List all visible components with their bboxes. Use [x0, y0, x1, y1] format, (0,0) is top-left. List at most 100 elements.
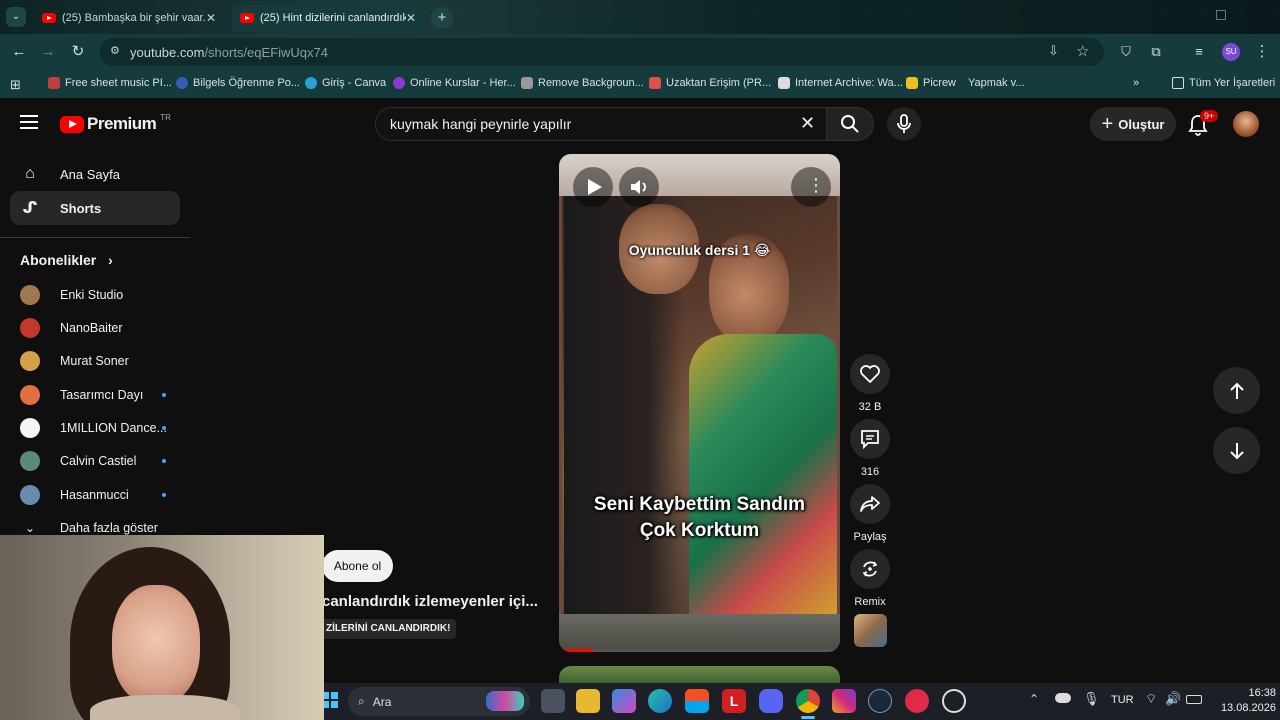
chrome-icon[interactable]	[796, 689, 820, 713]
subscription-item[interactable]: Hasanmucci	[20, 483, 170, 507]
sidebar-item-shorts[interactable]: ᔑ Shorts	[10, 191, 180, 225]
bookmark-item[interactable]: Bilgels Öğrenme Po...	[176, 77, 300, 89]
create-button[interactable]: + Oluştur	[1090, 107, 1176, 141]
canva-icon	[305, 77, 317, 89]
microsoft-store-icon[interactable]	[685, 689, 709, 713]
clock-date[interactable]: 13.08.2026	[1206, 702, 1276, 714]
bookmark-item[interactable]: Remove Backgroun...	[521, 77, 644, 89]
volume-tray-icon[interactable]: 🔊	[1165, 691, 1181, 707]
search-button[interactable]	[826, 107, 874, 141]
forward-icon[interactable]: →	[37, 41, 59, 63]
instagram-icon[interactable]	[832, 689, 856, 713]
more-bookmarks-icon[interactable]: »	[1133, 77, 1139, 89]
subscription-item[interactable]: 1MILLION Dance...	[20, 416, 170, 440]
copilot-icon[interactable]	[612, 689, 636, 713]
media-control-icon[interactable]: ≡	[1188, 41, 1210, 63]
caption-main-line-1: Seni Kaybettim Sandım	[593, 494, 806, 515]
discord-icon[interactable]	[759, 689, 783, 713]
input-language[interactable]: TUR	[1111, 694, 1134, 706]
bookmark-item[interactable]: Giriş - Canva	[305, 77, 386, 89]
task-view-icon[interactable]	[541, 689, 565, 713]
new-content-dot	[162, 459, 166, 463]
file-explorer-icon[interactable]	[576, 689, 600, 713]
volume-button[interactable]	[619, 167, 659, 207]
tab-search-button[interactable]: ⌄	[6, 7, 26, 27]
browser-tab-active[interactable]: (25) Hint dizilerini canlandırdık ✕	[232, 5, 424, 31]
install-app-icon[interactable]: ⇩	[1048, 43, 1059, 59]
apps-grid-icon[interactable]: ⊞	[10, 77, 21, 93]
comment-action[interactable]: 316	[850, 419, 890, 478]
next-short-preview[interactable]	[559, 666, 840, 683]
reload-icon[interactable]: ↻	[67, 41, 89, 63]
next-short-button[interactable]	[1213, 427, 1260, 474]
shield-extension-icon[interactable]: ⛉	[1115, 41, 1137, 63]
close-tab-icon[interactable]: ✕	[206, 11, 216, 25]
bookmark-item[interactable]: Online Kurslar - Her...	[393, 77, 516, 89]
subscription-item[interactable]: Tasarımcı Dayı	[20, 383, 170, 407]
wifi-icon[interactable]: ⌔	[1145, 691, 1157, 707]
back-icon[interactable]: ←	[8, 41, 30, 63]
bookmark-item[interactable]: Picrew	[906, 77, 956, 89]
browser-tab[interactable]: (25) Bambaşka bir şehir vaar... ✕	[34, 5, 224, 31]
subscription-item[interactable]: Calvin Castiel	[20, 449, 170, 473]
search-input[interactable]: kuymak hangi peynirle yapılır ✕	[375, 107, 827, 141]
voice-search-button[interactable]	[887, 107, 921, 141]
clock-time[interactable]: 16:38	[1230, 687, 1276, 699]
profile-avatar[interactable]: SU	[1222, 43, 1240, 61]
video-progress-bar[interactable]	[559, 649, 840, 652]
close-tab-icon[interactable]: ✕	[406, 11, 416, 25]
browser-tab-bar: ⌄ (25) Bambaşka bir şehir vaar... ✕ (25)…	[0, 0, 1280, 34]
subscriptions-header[interactable]: Abonelikler ›	[20, 252, 113, 268]
share-icon	[860, 496, 880, 512]
microphone-tray-icon[interactable]: 🎙	[1083, 691, 1100, 707]
edge-icon[interactable]	[648, 689, 672, 713]
taskbar-search-input[interactable]: ⌕ Ara	[348, 687, 530, 716]
bookmark-item[interactable]: Yapmak v...	[968, 77, 1024, 89]
guide-menu-icon[interactable]	[20, 115, 38, 129]
subscription-item[interactable]: Murat Soner	[20, 349, 170, 373]
channel-avatar	[20, 418, 40, 438]
steam-icon[interactable]	[868, 689, 892, 713]
like-button[interactable]	[850, 354, 890, 394]
new-tab-button[interactable]: +	[431, 7, 453, 29]
short-title[interactable]: canlandırdık izlemeyenler içi...	[322, 593, 538, 610]
clear-search-icon[interactable]: ✕	[800, 113, 815, 134]
bookmark-item[interactable]: Uzaktan Erişim (PR...	[649, 77, 771, 89]
chrome-menu-icon[interactable]: ⋮	[1251, 41, 1273, 63]
play-button[interactable]	[573, 167, 613, 207]
webcam-person-shoulder	[90, 695, 240, 720]
url-input[interactable]: ⚙ youtube.com/shorts/eqEFiwUqx74 ⇩ ☆	[100, 38, 1104, 66]
remix-action[interactable]: Remix	[850, 549, 890, 608]
account-avatar[interactable]	[1233, 111, 1259, 137]
short-tag-chip[interactable]: ZİLERİNİ CANLANDIRDIK!	[320, 619, 457, 639]
previous-short-button[interactable]	[1213, 367, 1260, 414]
extensions-icon[interactable]: ⧉	[1145, 41, 1167, 63]
window-restore-icon[interactable]	[1216, 10, 1226, 20]
subscribe-button[interactable]: Abone ol	[322, 550, 393, 582]
subscription-item[interactable]: Enki Studio	[20, 283, 170, 307]
bookmark-item[interactable]: Free sheet music PI...	[48, 77, 172, 89]
all-bookmarks-folder[interactable]: Tüm Yer İşaretleri	[1172, 77, 1275, 89]
youtube-logo[interactable]: Premium TR	[60, 113, 171, 134]
media-player-icon[interactable]	[905, 689, 929, 713]
show-hidden-icons[interactable]: ⌃	[1029, 692, 1039, 706]
bookmark-item[interactable]: Internet Archive: Wa...	[778, 77, 903, 89]
shorts-video-player[interactable]: ⋮ Oyunculuk dersi 1 😂 Seni Kaybettim San…	[559, 154, 840, 652]
onedrive-icon[interactable]	[1055, 693, 1071, 703]
subscription-item[interactable]: NanoBaiter	[20, 316, 170, 340]
remix-button[interactable]	[850, 549, 890, 589]
share-button[interactable]	[850, 484, 890, 524]
windows-start-icon[interactable]	[322, 692, 338, 708]
app-l-icon[interactable]: L	[722, 689, 746, 713]
battery-icon[interactable]	[1186, 695, 1202, 704]
sidebar-item-home[interactable]: ⌂ Ana Sayfa	[10, 157, 180, 191]
bookmark-star-icon[interactable]: ☆	[1076, 42, 1089, 60]
chatgpt-icon[interactable]	[942, 689, 966, 713]
notifications-button[interactable]: 9+	[1188, 110, 1219, 138]
more-options-button[interactable]: ⋮	[791, 167, 831, 207]
site-info-icon[interactable]: ⚙	[110, 44, 120, 57]
comment-button[interactable]	[850, 419, 890, 459]
share-action[interactable]: Paylaş	[850, 484, 890, 543]
like-action[interactable]: 32 B	[850, 354, 890, 413]
audio-source-thumbnail[interactable]	[854, 614, 887, 647]
